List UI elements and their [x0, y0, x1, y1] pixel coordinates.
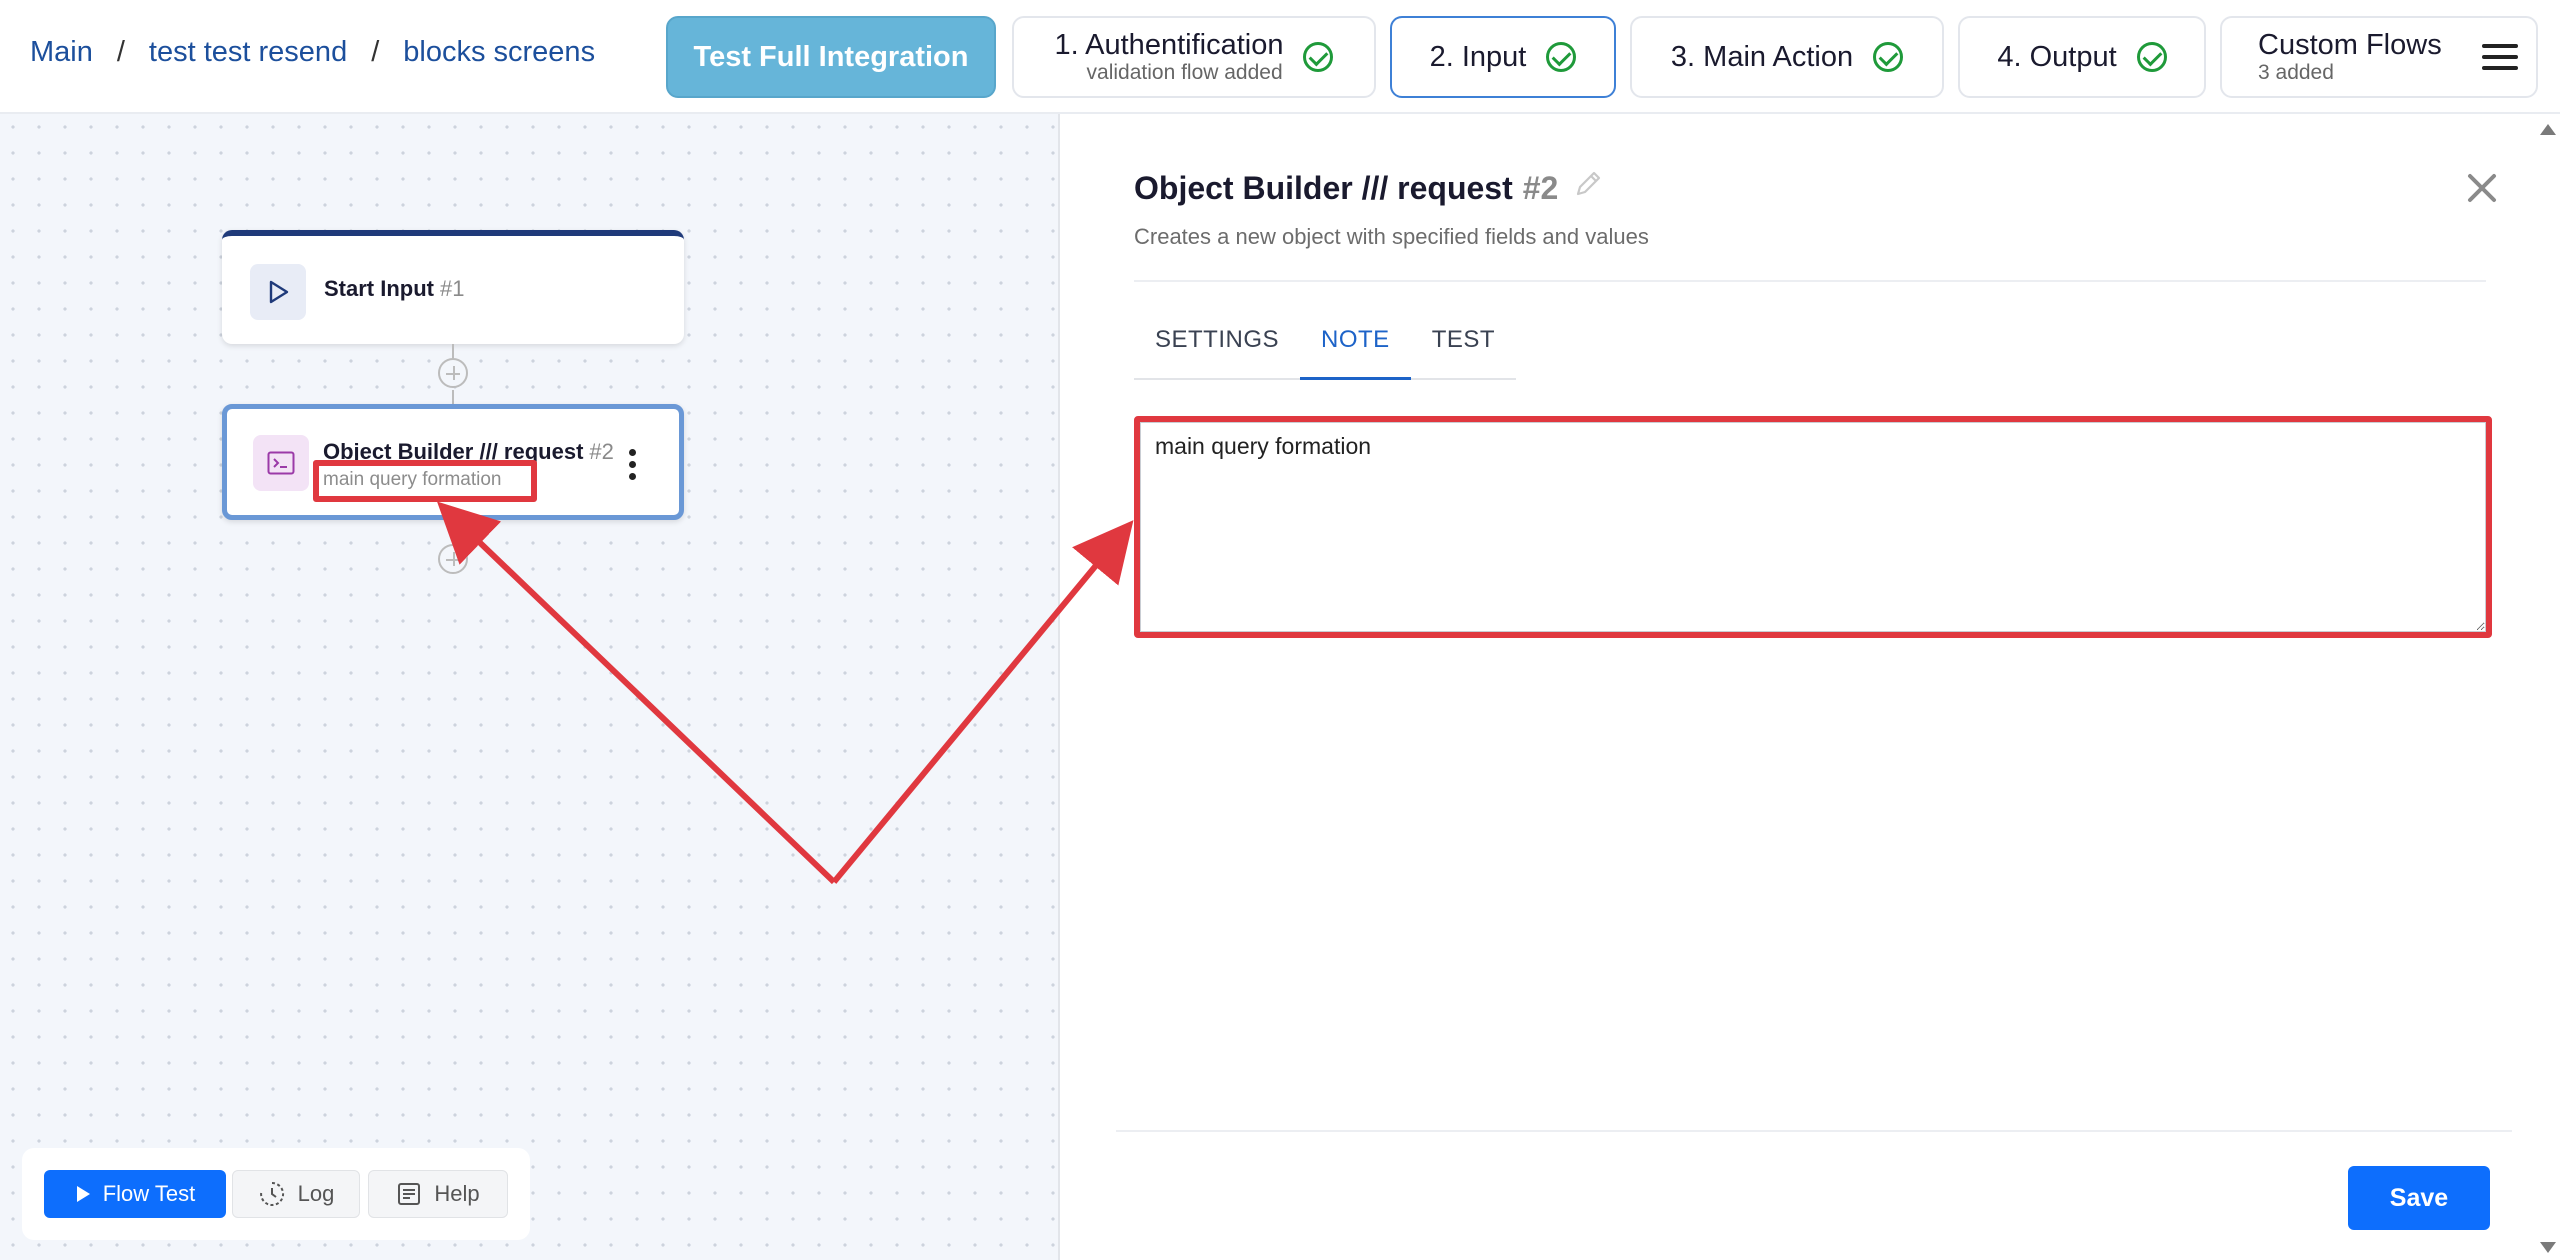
note-highlight-box — [1134, 416, 2492, 638]
step-label: 3. Main Action — [1670, 40, 1854, 73]
check-circle-icon — [1873, 42, 1904, 72]
tab-settings[interactable]: SETTINGS — [1134, 322, 1300, 380]
connector-line — [452, 520, 454, 538]
step-input[interactable]: 2. Input — [1390, 16, 1616, 98]
kebab-icon[interactable] — [629, 449, 637, 481]
help-label: Help — [434, 1181, 480, 1206]
breadcrumb-flow[interactable]: blocks screens — [403, 36, 595, 69]
custom-flows-button[interactable]: Custom Flows 3 added — [2220, 16, 2538, 98]
plus-circle-icon[interactable] — [438, 544, 468, 574]
node-title: Start Input #1 — [324, 276, 464, 302]
tab-test[interactable]: TEST — [1411, 322, 1516, 380]
check-circle-icon — [1303, 42, 1334, 72]
log-label: Log — [297, 1181, 335, 1206]
history-icon — [259, 1181, 284, 1206]
note-textarea[interactable] — [1140, 422, 2486, 632]
panel-description: Creates a new object with specified fiel… — [1134, 224, 1649, 249]
hamburger-icon — [2481, 44, 2518, 70]
block-settings-panel: Object Builder /// request #2 Creates a n… — [1092, 114, 2536, 1260]
tab-note[interactable]: NOTE — [1300, 322, 1411, 380]
annotation-box — [313, 460, 537, 502]
close-icon[interactable] — [2462, 168, 2502, 208]
panel-title-text: Object Builder /// request — [1134, 169, 1513, 206]
top-bar: Main / test test resend / blocks screens… — [0, 0, 2560, 114]
scrollbar[interactable] — [2536, 114, 2560, 1260]
pencil-icon[interactable] — [1572, 168, 1604, 208]
breadcrumb: Main / test test resend / blocks screens — [30, 36, 595, 69]
test-full-integration-button[interactable]: Test Full Integration — [666, 16, 996, 98]
test-full-integration-label: Test Full Integration — [693, 40, 969, 73]
step-label: 1. Authentification — [1054, 29, 1284, 61]
terminal-icon — [253, 435, 309, 491]
scroll-up-arrow-icon[interactable] — [2540, 124, 2556, 135]
flow-node-start-input[interactable]: Start Input #1 — [222, 230, 684, 344]
node-number: #2 — [589, 439, 614, 464]
check-circle-icon — [1546, 42, 1577, 72]
canvas-toolbar: Flow Test Log Help — [22, 1148, 530, 1240]
play-icon — [250, 264, 306, 320]
help-doc-icon — [398, 1183, 421, 1205]
divider — [1134, 280, 2486, 282]
custom-flows-count: 3 added — [2258, 61, 2334, 84]
step-authentification[interactable]: 1. Authentification validation flow adde… — [1012, 16, 1376, 98]
save-label: Save — [2389, 1183, 2449, 1212]
help-button[interactable]: Help — [368, 1170, 508, 1218]
breadcrumb-main[interactable]: Main — [30, 36, 93, 69]
step-label: 4. Output — [1997, 40, 2117, 73]
panel-block-number: #2 — [1522, 169, 1559, 206]
node-number: #1 — [440, 276, 465, 301]
scroll-down-arrow-icon[interactable] — [2540, 1242, 2556, 1253]
custom-flows-label: Custom Flows — [2258, 29, 2442, 61]
flow-test-label: Flow Test — [102, 1181, 196, 1206]
connector-line — [452, 390, 454, 404]
step-output[interactable]: 4. Output — [1958, 16, 2206, 98]
save-button[interactable]: Save — [2348, 1166, 2490, 1230]
panel-title: Object Builder /// request #2 — [1134, 168, 1604, 208]
flow-test-button[interactable]: Flow Test — [44, 1170, 226, 1218]
step-label: 2. Input — [1429, 40, 1527, 73]
divider — [1116, 1130, 2512, 1132]
plus-circle-icon[interactable] — [438, 358, 468, 388]
breadcrumb-separator: / — [371, 36, 380, 68]
flow-canvas[interactable]: Start Input #1 Object Builder /// request… — [0, 114, 1060, 1260]
breadcrumb-separator: / — [116, 36, 125, 68]
step-main-action[interactable]: 3. Main Action — [1630, 16, 1944, 98]
step-sub: validation flow added — [1086, 61, 1283, 84]
check-circle-icon — [2136, 42, 2167, 72]
node-title-text: Start Input — [324, 276, 434, 301]
play-icon — [76, 1186, 90, 1202]
panel-tabs: SETTINGS NOTE TEST — [1134, 322, 1517, 380]
log-button[interactable]: Log — [232, 1170, 360, 1218]
breadcrumb-project[interactable]: test test resend — [149, 36, 347, 69]
